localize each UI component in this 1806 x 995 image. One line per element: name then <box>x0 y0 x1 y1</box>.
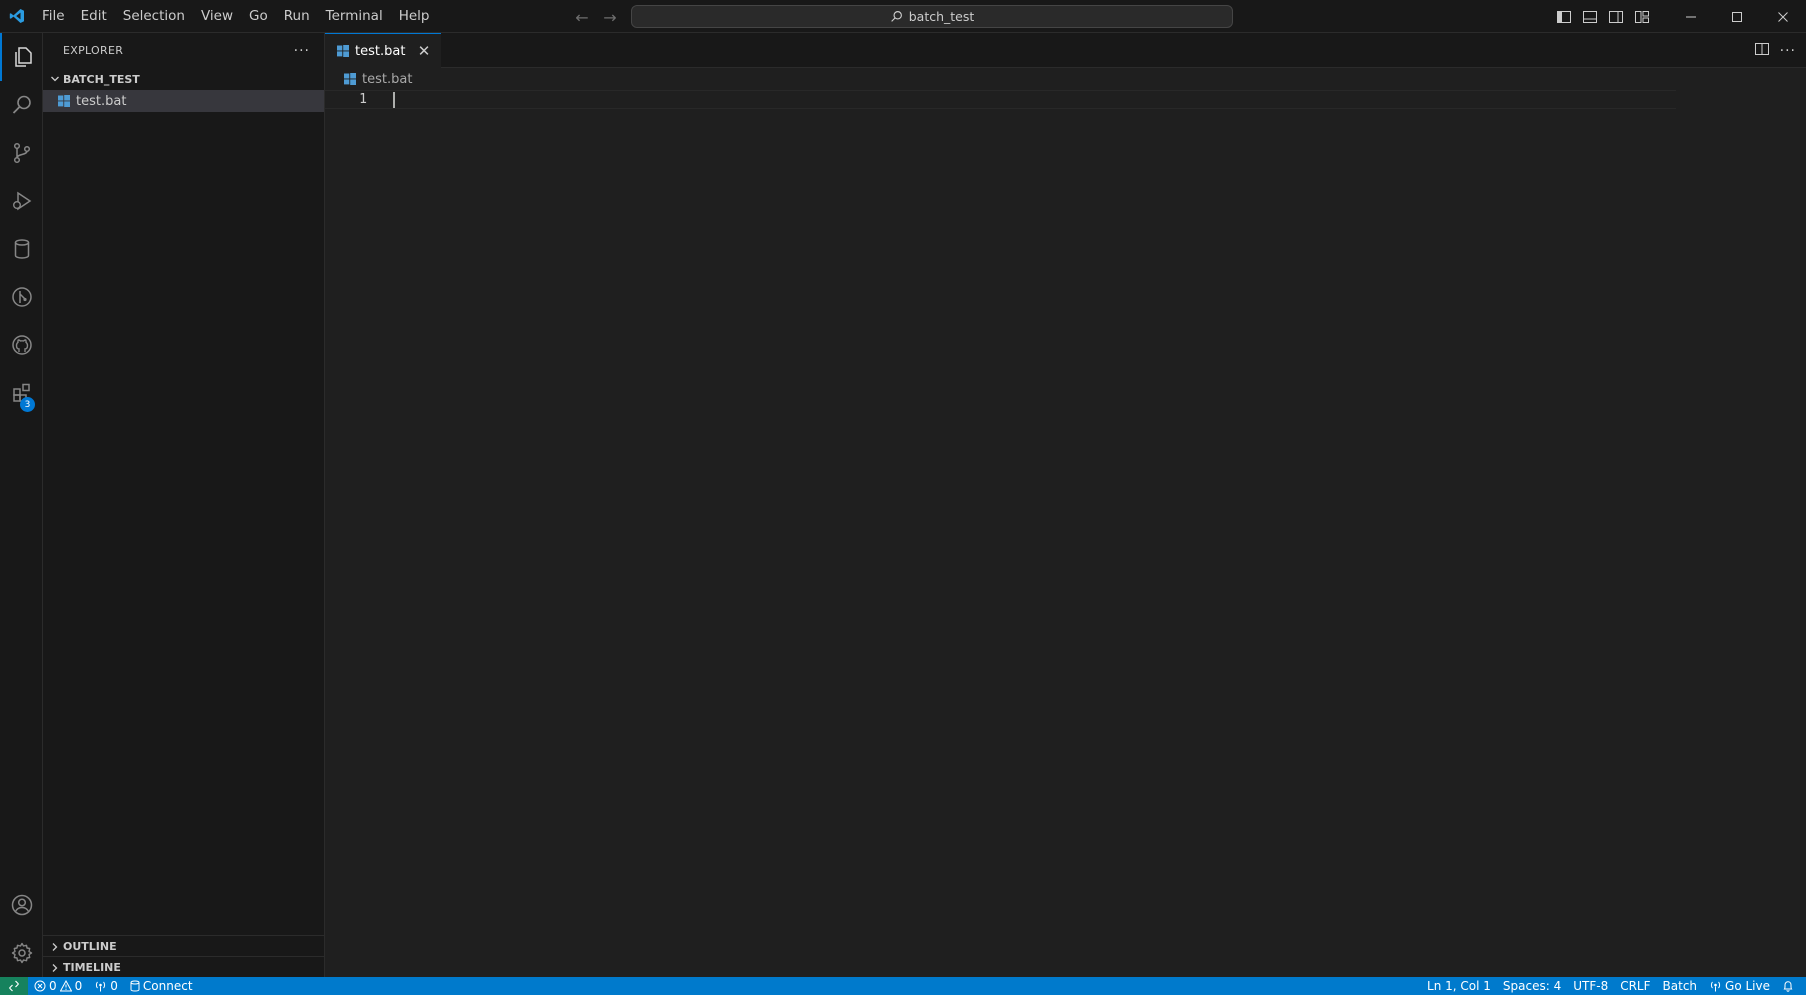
title-bar: File Edit Selection View Go Run Terminal… <box>0 0 1806 33</box>
extensions-badge: 3 <box>20 397 35 412</box>
breadcrumb-file[interactable]: test.bat <box>362 72 412 87</box>
go-live-label: Go Live <box>1725 979 1770 993</box>
cursor-position[interactable]: Ln 1, Col 1 <box>1421 977 1497 995</box>
github-icon[interactable] <box>0 321 43 369</box>
code-line-1[interactable]: 1 <box>325 90 1676 109</box>
menu-bar: File Edit Selection View Go Run Terminal… <box>34 0 437 33</box>
chevron-right-icon <box>47 942 63 952</box>
bell-icon[interactable] <box>1776 977 1800 995</box>
window-controls <box>1668 0 1806 33</box>
sidebar-header: EXPLORER ··· <box>43 33 324 68</box>
editor-area: test.bat ✕ ··· test.bat 1 <box>325 33 1806 977</box>
line-number: 1 <box>359 92 367 107</box>
editor-more-actions-icon[interactable]: ··· <box>1780 43 1796 59</box>
chevron-down-icon <box>47 74 63 84</box>
file-item-test-bat[interactable]: test.bat <box>43 90 324 112</box>
close-window-icon[interactable] <box>1760 0 1806 33</box>
breadcrumb: test.bat <box>325 68 1806 90</box>
tab-label: test.bat <box>355 43 406 59</box>
broadcast-icon <box>1710 981 1721 992</box>
activity-bar: 3 <box>0 33 43 977</box>
tab-test-bat[interactable]: test.bat ✕ <box>325 33 441 68</box>
connect-label: Connect <box>142 979 193 993</box>
close-tab-icon[interactable]: ✕ <box>415 42 433 60</box>
timeline-section[interactable]: TIMELINE <box>43 956 325 978</box>
explorer-icon[interactable] <box>0 33 43 81</box>
database-icon <box>130 980 140 992</box>
windows-bat-file-icon <box>344 73 356 85</box>
forward-arrow-icon[interactable]: → <box>599 6 621 28</box>
error-icon <box>34 980 46 992</box>
menu-terminal[interactable]: Terminal <box>318 0 391 33</box>
toggle-panel-icon[interactable] <box>1580 7 1600 27</box>
minimize-icon[interactable] <box>1668 0 1714 33</box>
folder-batch-test[interactable]: BATCH_TEST <box>43 68 324 90</box>
maximize-icon[interactable] <box>1714 0 1760 33</box>
menu-edit[interactable]: Edit <box>73 0 115 33</box>
eol-status[interactable]: CRLF <box>1614 977 1656 995</box>
more-actions-icon[interactable]: ··· <box>294 43 310 59</box>
menu-run[interactable]: Run <box>276 0 318 33</box>
warning-icon <box>59 980 72 992</box>
toggle-primary-sidebar-icon[interactable] <box>1554 7 1574 27</box>
timeline-label: TIMELINE <box>63 961 121 974</box>
database-icon[interactable] <box>0 225 43 273</box>
ports-status[interactable]: 0 <box>88 977 124 995</box>
status-bar: 0 0 0 Connect Ln 1, Col 1 Spaces: 4 UTF-… <box>0 977 1806 995</box>
search-icon <box>890 11 902 22</box>
file-item-label: test.bat <box>76 93 127 109</box>
navigation-arrows: ← → <box>571 6 621 28</box>
indentation-status[interactable]: Spaces: 4 <box>1497 977 1567 995</box>
editor-actions: ··· <box>1754 33 1796 68</box>
outline-section[interactable]: OUTLINE <box>43 935 325 957</box>
command-center-label: batch_test <box>908 9 975 24</box>
toggle-secondary-sidebar-icon[interactable] <box>1606 7 1626 27</box>
windows-bat-file-icon <box>337 45 349 57</box>
vscode-logo-icon <box>2 0 32 33</box>
layout-controls <box>1554 0 1652 33</box>
folder-label: BATCH_TEST <box>63 72 140 86</box>
encoding-status[interactable]: UTF-8 <box>1567 977 1614 995</box>
ports-count: 0 <box>110 979 118 993</box>
menu-go[interactable]: Go <box>241 0 276 33</box>
git-graph-icon[interactable] <box>0 273 43 321</box>
split-editor-icon[interactable] <box>1754 41 1770 61</box>
windows-bat-file-icon <box>58 95 70 107</box>
text-cursor <box>393 92 395 108</box>
menu-selection[interactable]: Selection <box>115 0 193 33</box>
language-mode[interactable]: Batch <box>1657 977 1704 995</box>
menu-view[interactable]: View <box>193 0 241 33</box>
customize-layout-icon[interactable] <box>1632 7 1652 27</box>
remote-indicator-icon[interactable] <box>0 977 28 995</box>
warning-count: 0 <box>74 979 83 993</box>
run-debug-icon[interactable] <box>0 177 43 225</box>
sidebar-title: EXPLORER <box>63 44 124 57</box>
extensions-icon[interactable]: 3 <box>0 369 43 417</box>
back-arrow-icon[interactable]: ← <box>571 6 593 28</box>
search-icon[interactable] <box>0 81 43 129</box>
account-icon[interactable] <box>0 881 43 929</box>
menu-help[interactable]: Help <box>391 0 438 33</box>
error-count: 0 <box>49 979 57 993</box>
chevron-right-icon <box>47 963 63 973</box>
outline-label: OUTLINE <box>63 940 117 953</box>
status-right: Ln 1, Col 1 Spaces: 4 UTF-8 CRLF Batch G… <box>1421 977 1800 995</box>
explorer-sidebar: EXPLORER ··· BATCH_TEST test.bat OUTLINE… <box>43 33 325 977</box>
menu-file[interactable]: File <box>34 0 73 33</box>
source-control-icon[interactable] <box>0 129 43 177</box>
editor-tabs: test.bat ✕ ··· <box>325 33 1806 68</box>
gear-icon[interactable] <box>0 929 43 977</box>
command-center-search[interactable]: batch_test <box>631 5 1233 28</box>
problems-status[interactable]: 0 0 <box>28 977 88 995</box>
broadcast-icon <box>96 981 106 992</box>
go-live-button[interactable]: Go Live <box>1703 977 1776 995</box>
connect-status[interactable]: Connect <box>124 977 199 995</box>
